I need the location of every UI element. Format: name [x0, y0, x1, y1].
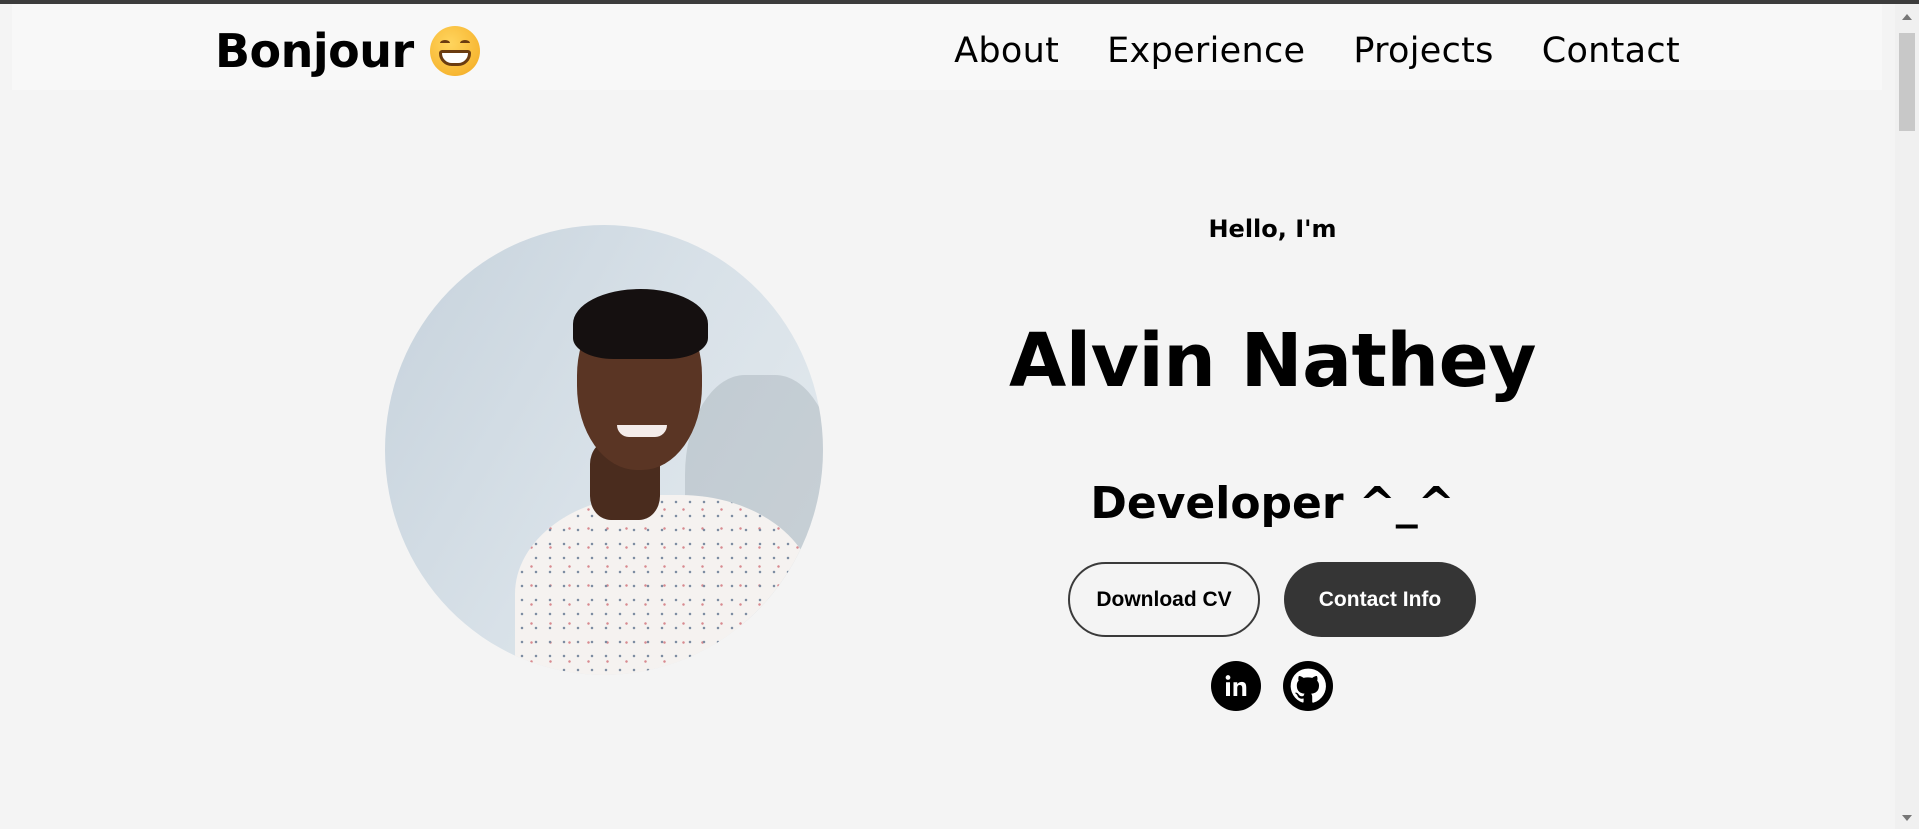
linkedin-icon[interactable]	[1211, 661, 1261, 711]
hero-role: Developer ^_^	[1090, 478, 1455, 529]
hero-name: Alvin Nathey	[1008, 318, 1537, 404]
download-cv-button[interactable]: Download CV	[1068, 562, 1260, 637]
github-icon[interactable]	[1283, 661, 1333, 711]
hero-greeting: Hello, I'm	[1208, 215, 1337, 243]
navbar: Bonjour About Experience Projects Contac…	[12, 4, 1882, 90]
grinning-face-emoji-icon	[429, 26, 480, 76]
scroll-up-arrow-icon[interactable]	[1902, 14, 1912, 20]
site-logo[interactable]: Bonjour	[215, 24, 480, 78]
nav-link-projects[interactable]: Projects	[1353, 31, 1493, 71]
nav-links: About Experience Projects Contact	[954, 31, 1680, 71]
vertical-scrollbar[interactable]	[1895, 4, 1919, 829]
nav-link-experience[interactable]: Experience	[1107, 31, 1305, 71]
scrollbar-thumb[interactable]	[1899, 33, 1915, 131]
nav-link-about[interactable]: About	[954, 31, 1059, 71]
profile-photo	[385, 225, 823, 675]
nav-link-contact[interactable]: Contact	[1542, 31, 1680, 71]
scroll-down-arrow-icon[interactable]	[1902, 815, 1912, 821]
logo-text: Bonjour	[215, 24, 414, 78]
contact-info-button[interactable]: Contact Info	[1284, 562, 1476, 637]
